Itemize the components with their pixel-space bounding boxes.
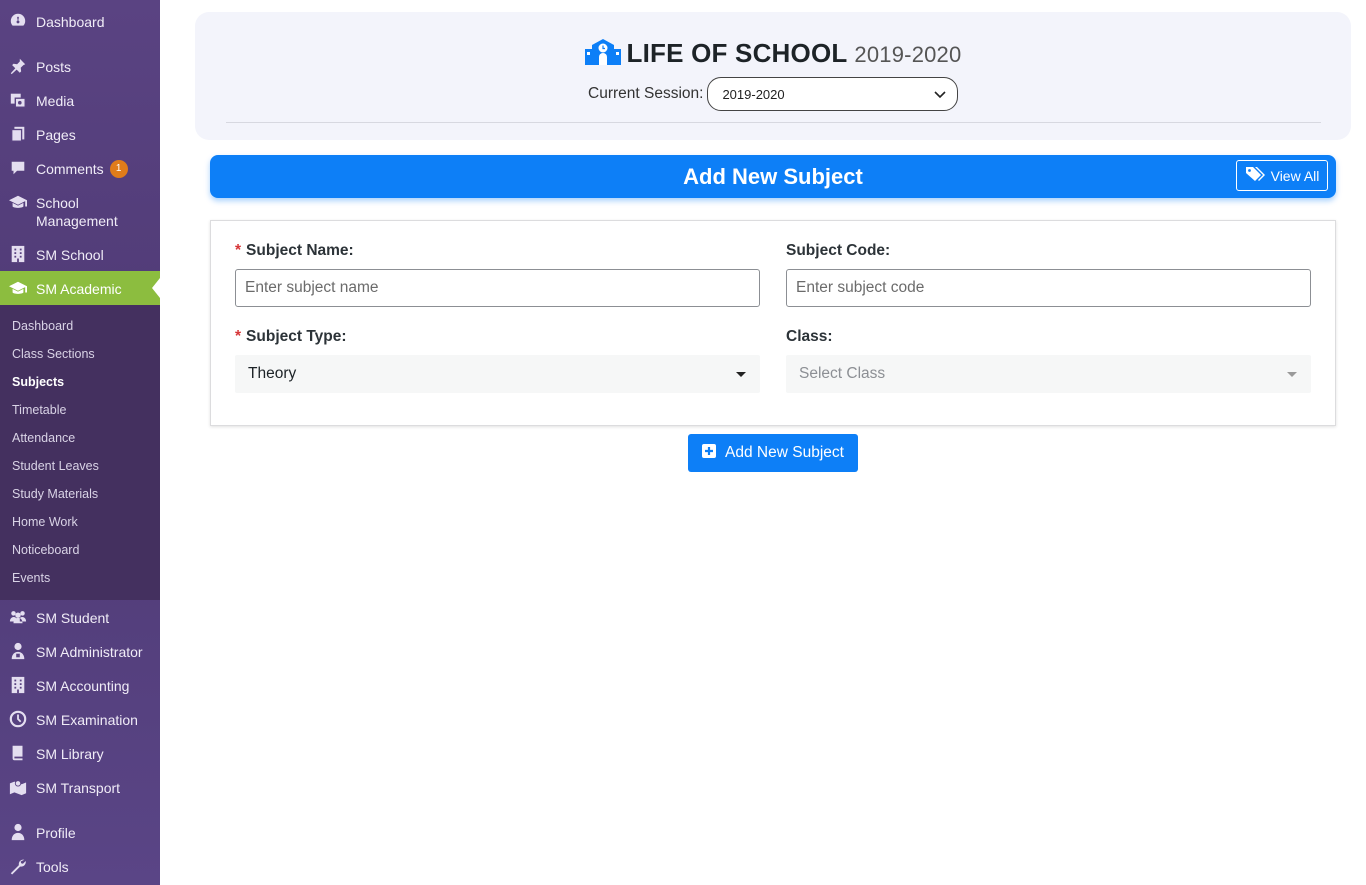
subject-type-select[interactable]: Theory bbox=[235, 355, 760, 393]
wrench-icon bbox=[8, 856, 28, 876]
sidebar-item-label: SM Administrator bbox=[36, 644, 143, 660]
section-banner: Add New Subject View All bbox=[210, 155, 1336, 198]
sidebar-item-sm-library[interactable]: SM Library bbox=[0, 743, 160, 765]
sidebar-item-posts[interactable]: Posts bbox=[0, 56, 160, 78]
subject-code-label: Subject Code: bbox=[786, 242, 891, 259]
submenu-item-dashboard[interactable]: Dashboard bbox=[12, 319, 73, 333]
admin-sidebar: Dashboard Posts Media Pages Comments 1 Sc… bbox=[0, 0, 160, 885]
sidebar-item-media[interactable]: Media bbox=[0, 90, 160, 112]
required-asterisk: * bbox=[235, 242, 242, 259]
plus-square-icon bbox=[702, 443, 717, 463]
submenu-item-timetable[interactable]: Timetable bbox=[12, 403, 66, 417]
sidebar-item-tools[interactable]: Tools bbox=[0, 856, 160, 878]
media-icon bbox=[8, 90, 28, 110]
caret-down-icon bbox=[736, 372, 746, 377]
active-indicator-arrow bbox=[152, 278, 160, 298]
view-all-button[interactable]: View All bbox=[1236, 160, 1328, 191]
submenu-item-events[interactable]: Events bbox=[12, 571, 50, 585]
add-new-subject-label: Add New Subject bbox=[725, 444, 844, 461]
current-session-label: Current Session: bbox=[588, 85, 704, 102]
subject-name-input[interactable] bbox=[235, 269, 760, 307]
sidebar-item-label: SM Examination bbox=[36, 712, 138, 728]
school-icon bbox=[584, 38, 621, 73]
sidebar-item-label-wrap: Comments 1 bbox=[36, 160, 128, 178]
view-all-label: View All bbox=[1270, 167, 1320, 184]
sidebar-item-label: SM Accounting bbox=[36, 678, 130, 694]
submenu-item-noticeboard[interactable]: Noticeboard bbox=[12, 543, 79, 557]
dashboard-icon bbox=[8, 11, 28, 31]
sidebar-item-school-management[interactable]: School Management bbox=[0, 192, 160, 232]
sidebar-item-label: School Management bbox=[36, 195, 118, 229]
comment-icon bbox=[8, 158, 28, 178]
sidebar-item-sm-administrator[interactable]: SM Administrator bbox=[0, 641, 160, 663]
sidebar-item-sm-academic[interactable]: SM Academic bbox=[0, 271, 160, 305]
subject-type-value: Theory bbox=[248, 365, 297, 382]
sidebar-item-pages[interactable]: Pages bbox=[0, 124, 160, 146]
required-asterisk: * bbox=[235, 328, 242, 345]
users-icon bbox=[8, 607, 28, 627]
current-session-value: 2019-2020 bbox=[722, 86, 785, 102]
clock-icon bbox=[8, 709, 28, 729]
subject-code-input[interactable] bbox=[786, 269, 1311, 307]
graduation-cap-icon bbox=[8, 192, 28, 212]
add-new-subject-button[interactable]: Add New Subject bbox=[688, 434, 858, 472]
submenu-item-home-work[interactable]: Home Work bbox=[12, 515, 78, 529]
submenu-item-attendance[interactable]: Attendance bbox=[12, 431, 75, 445]
submenu-item-subjects[interactable]: Subjects bbox=[12, 375, 64, 389]
pages-icon bbox=[8, 124, 28, 144]
sidebar-item-label: Media bbox=[36, 93, 75, 109]
admin-user-icon bbox=[8, 641, 28, 661]
sidebar-item-label: SM Academic bbox=[36, 281, 122, 297]
sidebar-item-label: Profile bbox=[36, 825, 76, 841]
sidebar-item-dashboard[interactable]: Dashboard bbox=[0, 11, 160, 33]
pin-icon bbox=[8, 56, 28, 76]
subject-type-label: * Subject Type: bbox=[235, 328, 347, 346]
user-icon bbox=[8, 822, 28, 842]
graduation-cap-icon bbox=[8, 278, 28, 298]
book-icon bbox=[8, 743, 28, 763]
submenu-item-student-leaves[interactable]: Student Leaves bbox=[12, 459, 99, 473]
sidebar-item-label: Dashboard bbox=[36, 14, 105, 30]
subject-name-label-text: Subject Name: bbox=[246, 242, 354, 259]
sidebar-item-label: SM Student bbox=[36, 610, 110, 626]
subject-name-label: * Subject Name: bbox=[235, 242, 354, 260]
sidebar-item-sm-accounting[interactable]: SM Accounting bbox=[0, 675, 160, 697]
school-name: LIFE OF SCHOOL bbox=[626, 38, 847, 68]
sidebar-item-sm-school[interactable]: SM School bbox=[0, 244, 160, 266]
sidebar-item-label: Pages bbox=[36, 127, 76, 143]
school-header-card: LIFE OF SCHOOL 2019-2020 Current Session… bbox=[195, 12, 1351, 140]
sidebar-item-label: Posts bbox=[36, 59, 72, 75]
class-select[interactable]: Select Class bbox=[786, 355, 1311, 393]
caret-down-icon bbox=[1287, 372, 1297, 377]
sidebar-item-sm-student[interactable]: SM Student bbox=[0, 607, 160, 629]
subject-type-label-text: Subject Type: bbox=[246, 328, 347, 345]
add-subject-form: *Subject Name: Subject Code: *Subject Ty… bbox=[210, 220, 1336, 426]
title-session-year: 2019-2020 bbox=[854, 42, 962, 67]
sidebar-item-label: SM School bbox=[36, 247, 104, 263]
sidebar-item-comments[interactable]: Comments 1 bbox=[0, 158, 160, 180]
class-label: Class: bbox=[786, 328, 833, 345]
sidebar-item-label: SM Library bbox=[36, 746, 104, 762]
page-title: LIFE OF SCHOOL 2019-2020 bbox=[195, 38, 1351, 73]
map-icon bbox=[8, 777, 28, 797]
current-session-select[interactable]: 2019-2020 bbox=[707, 77, 959, 111]
section-title: Add New Subject bbox=[683, 164, 863, 189]
sidebar-item-label: Comments bbox=[36, 161, 104, 177]
submenu-item-study-materials[interactable]: Study Materials bbox=[12, 487, 98, 501]
sidebar-item-sm-examination[interactable]: SM Examination bbox=[0, 709, 160, 731]
chevron-down-icon bbox=[933, 87, 947, 104]
sm-academic-submenu: Dashboard Class Sections Subjects Timeta… bbox=[0, 305, 160, 600]
class-placeholder: Select Class bbox=[799, 365, 886, 382]
building-icon bbox=[8, 675, 28, 695]
sidebar-item-label: Tools bbox=[36, 859, 69, 875]
header-divider bbox=[226, 122, 1321, 123]
tags-icon bbox=[1245, 166, 1265, 185]
session-row: Current Session: 2019-2020 bbox=[588, 77, 959, 111]
building-icon bbox=[8, 244, 28, 264]
sidebar-item-label: SM Transport bbox=[36, 780, 121, 796]
submenu-item-class-sections[interactable]: Class Sections bbox=[12, 347, 95, 361]
comment-count-badge: 1 bbox=[109, 160, 128, 178]
sidebar-item-profile[interactable]: Profile bbox=[0, 822, 160, 844]
sidebar-item-sm-transport[interactable]: SM Transport bbox=[0, 777, 160, 799]
